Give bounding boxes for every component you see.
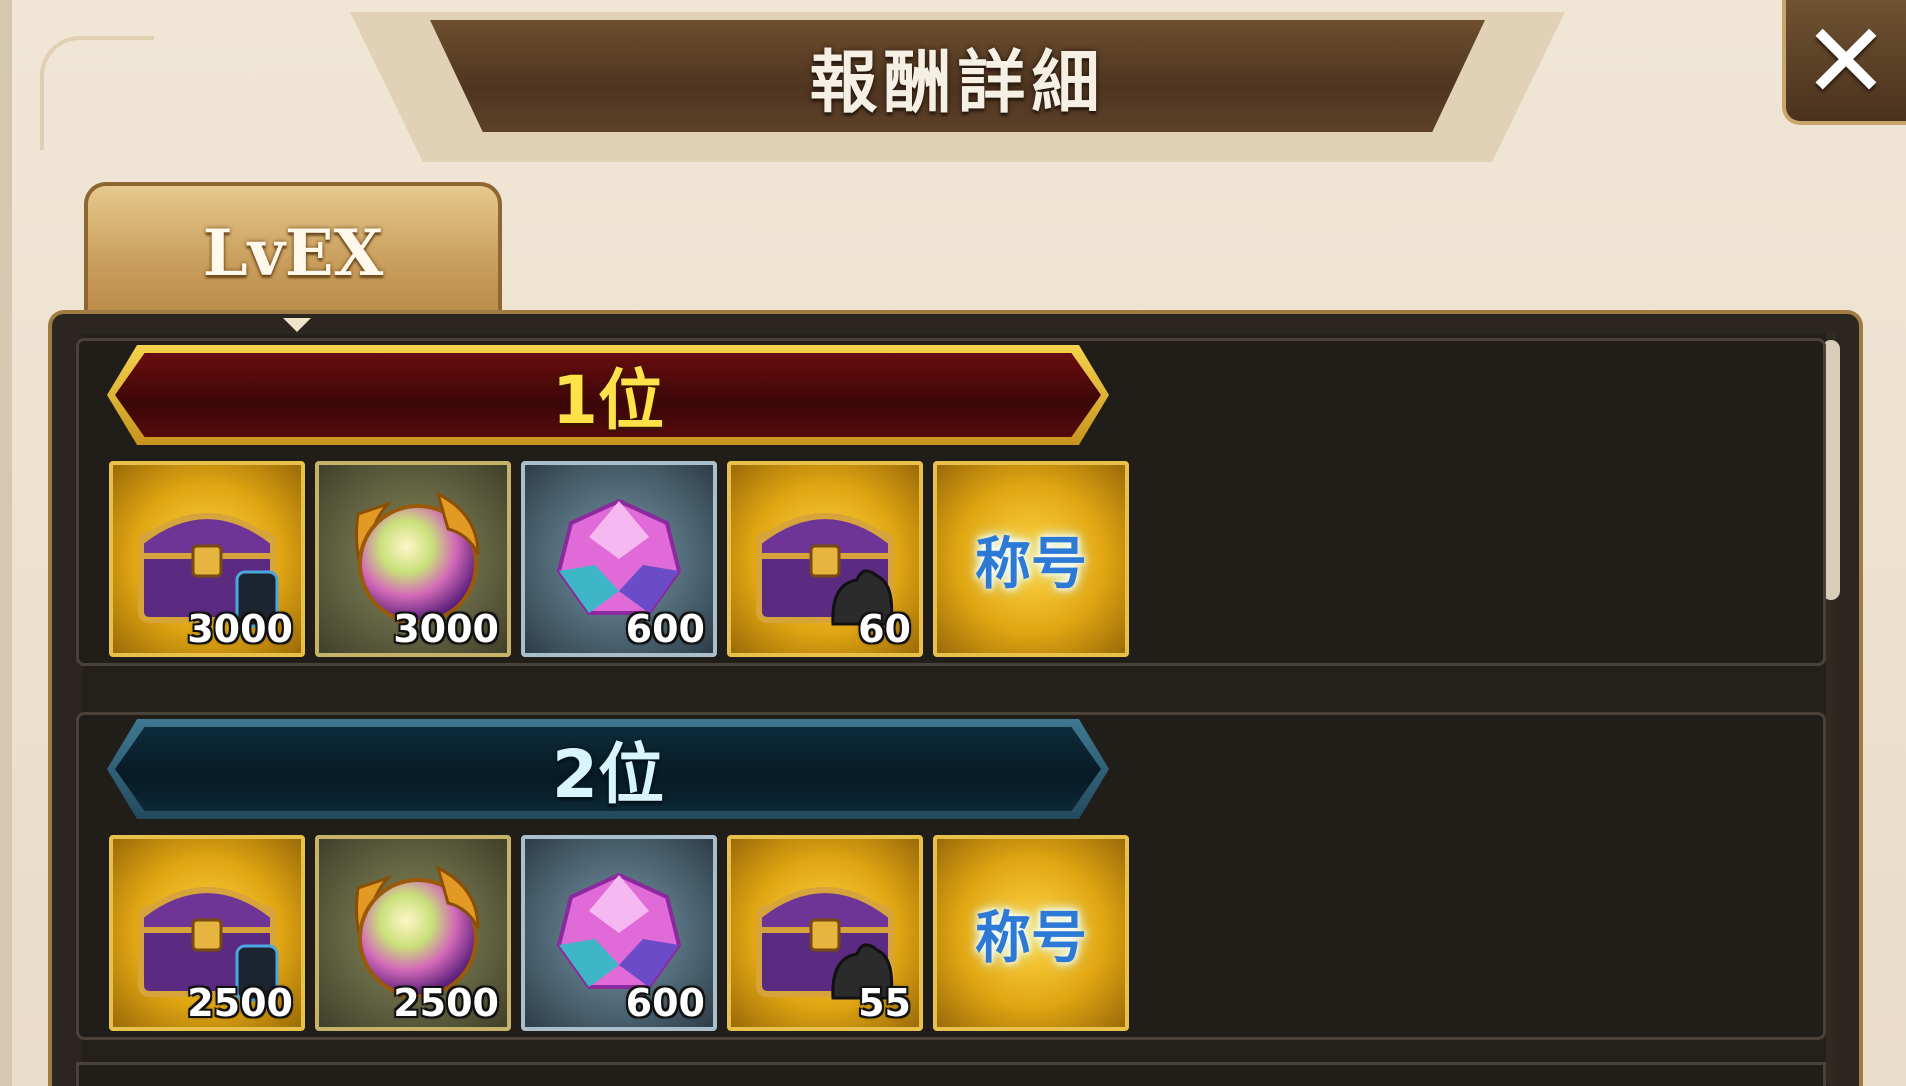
reward-item[interactable]: 600	[521, 461, 717, 657]
reward-item[interactable]: 600	[521, 835, 717, 1031]
rank-banner: 2位	[107, 719, 1109, 819]
title-badge-text: 称号	[975, 905, 1087, 971]
title-badge-icon: 称号	[937, 839, 1125, 1027]
next-rank-section-edge	[76, 1062, 1826, 1086]
title-badge-text: 称号	[975, 531, 1087, 597]
close-icon: ✕	[1802, 0, 1890, 122]
tab-lvex[interactable]: LvEX	[84, 182, 502, 320]
reward-item[interactable]: 称号	[933, 835, 1129, 1031]
item-quantity: 3000	[187, 607, 293, 651]
item-quantity: 600	[625, 981, 705, 1025]
reward-items: 2500 2500 600 55 称号	[109, 835, 1129, 1033]
item-quantity: 2500	[393, 981, 499, 1025]
title-banner: 報酬詳細	[430, 20, 1485, 132]
reward-item[interactable]: 3000	[315, 461, 511, 657]
close-button[interactable]: ✕	[1782, 0, 1906, 125]
tab-label: LvEX	[202, 215, 384, 291]
reward-item[interactable]: 称号	[933, 461, 1129, 657]
item-quantity: 600	[625, 607, 705, 651]
item-quantity: 60	[858, 607, 911, 651]
item-quantity: 55	[858, 981, 911, 1025]
title-badge-icon: 称号	[937, 465, 1125, 653]
reward-items: 3000 3000 600 60 称号	[109, 461, 1129, 659]
reward-item[interactable]: 55	[727, 835, 923, 1031]
rank-banner: 1位	[107, 345, 1109, 445]
rank-label: 1位	[552, 362, 664, 439]
rank-label: 2位	[552, 736, 664, 813]
reward-item[interactable]: 3000	[109, 461, 305, 657]
reward-item[interactable]: 2500	[315, 835, 511, 1031]
page-title: 報酬詳細	[809, 43, 1106, 123]
reward-item[interactable]: 2500	[109, 835, 305, 1031]
item-quantity: 3000	[393, 607, 499, 651]
corner-ornament	[40, 36, 154, 150]
rank-section-2: 2位 2500 2500 600 55 称号	[76, 712, 1826, 1040]
rank-section-1: 1位 3000 3000 600 60 称号	[76, 338, 1826, 666]
tab-pointer	[283, 318, 311, 332]
item-quantity: 2500	[187, 981, 293, 1025]
reward-item[interactable]: 60	[727, 461, 923, 657]
